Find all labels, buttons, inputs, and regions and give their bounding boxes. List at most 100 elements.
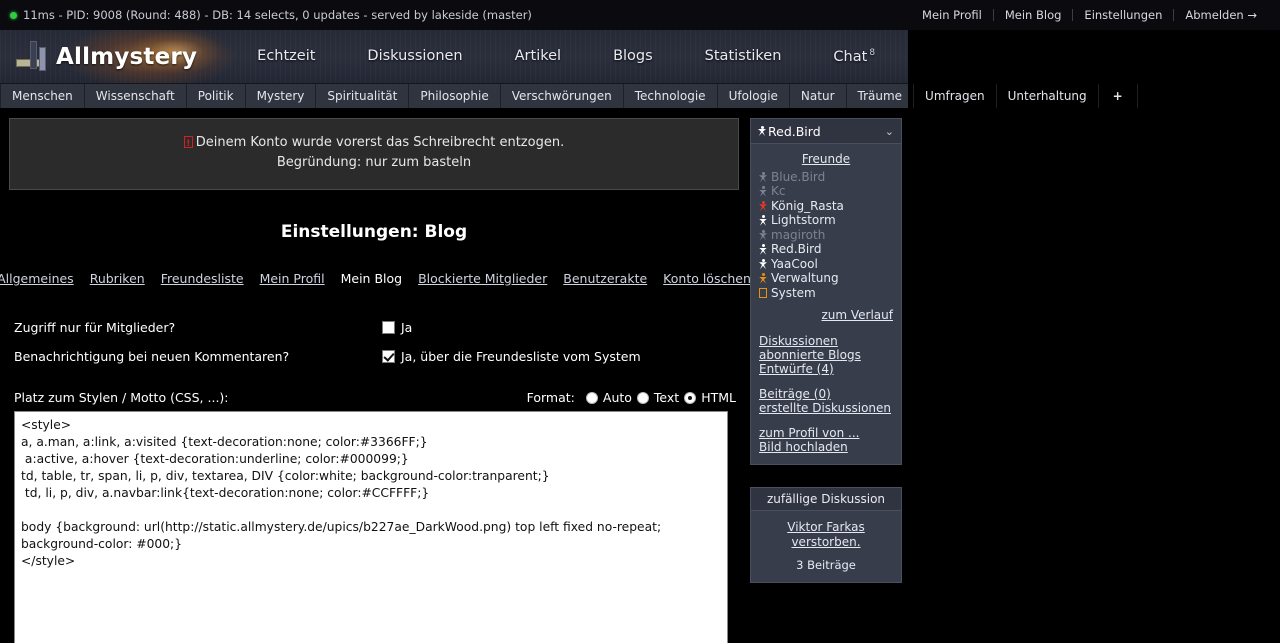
friend-item[interactable]: Blue.Bird	[759, 170, 893, 185]
friend-name: Verwaltung	[771, 271, 839, 285]
radio-format-auto[interactable]	[585, 391, 598, 404]
person-icon	[759, 229, 767, 241]
allmystery-logo-icon[interactable]	[16, 39, 50, 75]
category-bar: Menschen Wissenschaft Politik Mystery Sp…	[0, 83, 1138, 108]
link-zum-profil-von[interactable]: zum Profil von ...	[759, 426, 893, 440]
friend-name: Lightstorm	[771, 213, 836, 227]
link-mein-profil[interactable]: Mein Profil	[911, 8, 993, 22]
site-title[interactable]: Allmystery	[56, 44, 197, 70]
category-mystery[interactable]: Mystery	[246, 84, 317, 108]
link-beitraege[interactable]: Beiträge (0)	[759, 387, 893, 401]
right-sidebar: Red.Bird ⌄ Freunde Blue.Bird Kc König_Ra…	[750, 118, 902, 583]
friend-item[interactable]: König_Rasta	[759, 199, 893, 214]
category-politik[interactable]: Politik	[187, 84, 246, 108]
friend-item[interactable]: YaaCool	[759, 257, 893, 272]
person-icon	[758, 125, 766, 137]
account-warning-notice: Deinem Konto wurde vorerst das Schreibre…	[9, 118, 739, 190]
styles-header-row: Platz zum Stylen / Motto (CSS, ...): For…	[0, 390, 748, 405]
checkbox-label-comment-notification: Ja, über die Freundesliste vom System	[401, 349, 641, 364]
server-info-text: 11ms - PID: 9008 (Round: 488) - DB: 14 s…	[23, 8, 532, 22]
account-links: Mein Profil Mein Blog Einstellungen Abme…	[911, 8, 1268, 22]
friend-name: Blue.Bird	[771, 169, 826, 184]
tab-mein-blog-active[interactable]: Mein Blog	[341, 271, 402, 286]
checkbox-members-only[interactable]	[382, 321, 395, 334]
category-wissenschaft[interactable]: Wissenschaft	[85, 84, 187, 108]
nav-label: Diskussionen	[367, 48, 463, 65]
checkbox-comment-notification[interactable]	[382, 350, 395, 363]
tab-benutzerakte[interactable]: Benutzerakte	[563, 271, 647, 286]
random-discussion-link[interactable]: Viktor Farkas verstorben.	[759, 520, 893, 550]
link-abonnierte-blogs[interactable]: abonnierte Blogs	[759, 348, 893, 362]
chevron-down-icon[interactable]: ⌄	[885, 125, 894, 138]
link-mein-blog[interactable]: Mein Blog	[994, 8, 1073, 22]
tab-freundesliste[interactable]: Freundesliste	[161, 271, 244, 286]
person-icon	[759, 244, 767, 255]
friend-item[interactable]: Red.Bird	[759, 242, 893, 258]
category-traeume[interactable]: Träume	[847, 84, 915, 108]
tab-rubriken[interactable]: Rubriken	[90, 271, 145, 286]
top-status-bar: 11ms - PID: 9008 (Round: 488) - DB: 14 s…	[0, 0, 1280, 30]
friend-item[interactable]: magiroth	[759, 228, 893, 243]
category-add-button[interactable]: +	[1099, 84, 1138, 108]
link-zum-verlauf[interactable]: zum Verlauf	[821, 308, 893, 322]
nav-item-chat[interactable]: Chat 8	[807, 48, 901, 65]
friend-item[interactable]: System	[759, 286, 893, 301]
nav-item-wiki[interactable]: Wiki	[901, 48, 908, 64]
css-motto-textarea[interactable]: <style> a, a.man, a:link, a:visited {tex…	[14, 411, 728, 643]
radio-label-html: HTML	[701, 390, 736, 405]
category-ufologie[interactable]: Ufologie	[718, 84, 790, 108]
tab-mein-profil[interactable]: Mein Profil	[260, 271, 325, 286]
nav-item-echtzeit[interactable]: Echtzeit	[231, 48, 341, 64]
chat-badge: 8	[869, 48, 876, 59]
friend-item[interactable]: Verwaltung	[759, 271, 893, 287]
link-diskussionen[interactable]: Diskussionen	[759, 334, 893, 348]
tab-allgemeines[interactable]: Allgemeines	[0, 271, 74, 286]
system-box-icon	[759, 288, 767, 299]
radio-format-text[interactable]	[636, 391, 649, 404]
link-bild-hochladen[interactable]: Bild hochladen	[759, 440, 893, 454]
category-spiritualitaet[interactable]: Spiritualität	[316, 84, 410, 108]
nav-item-diskussionen[interactable]: Diskussionen	[341, 48, 488, 64]
category-natur[interactable]: Natur	[790, 84, 847, 108]
nav-item-artikel[interactable]: Artikel	[489, 48, 587, 64]
checkbox-label-members-only: Ja	[401, 320, 413, 335]
link-einstellungen[interactable]: Einstellungen	[1073, 8, 1173, 22]
current-user-box[interactable]: Red.Bird ⌄	[750, 118, 902, 144]
site-header: Allmystery Echtzeit Diskussionen Artikel…	[0, 30, 908, 83]
random-discussion-count: 3 Beiträge	[796, 557, 856, 572]
sidebar-links-group-1: Diskussionen abonnierte Blogs Entwürfe (…	[759, 334, 893, 376]
random-discussion-title: zufällige Diskussion	[750, 486, 902, 511]
category-menschen[interactable]: Menschen	[0, 84, 85, 108]
link-entwuerfe[interactable]: Entwürfe (4)	[759, 362, 893, 376]
control-comment-notification: Ja, über die Freundesliste vom System	[382, 349, 641, 364]
category-unterhaltung[interactable]: Unterhaltung	[997, 84, 1099, 108]
friend-name: Kc	[771, 184, 786, 198]
tab-konto-loeschen[interactable]: Konto löschen	[663, 271, 751, 286]
label-styles-field: Platz zum Stylen / Motto (CSS, ...):	[14, 390, 229, 405]
link-erstellte-diskussionen[interactable]: erstellte Diskussionen	[759, 401, 893, 415]
history-link-row: zum Verlauf	[759, 304, 893, 323]
category-philosophie[interactable]: Philosophie	[409, 84, 501, 108]
logo-bar-vertical-2	[39, 46, 46, 71]
random-discussion-body: Viktor Farkas verstorben. 3 Beiträge	[750, 510, 902, 583]
nav-label: Chat	[833, 48, 868, 65]
nav-item-statistiken[interactable]: Statistiken	[679, 48, 808, 64]
person-icon	[759, 186, 767, 197]
tab-blockierte-mitglieder[interactable]: Blockierte Mitglieder	[418, 271, 547, 286]
friend-item[interactable]: Lightstorm	[759, 213, 893, 229]
nav-item-blogs[interactable]: Blogs	[587, 48, 679, 64]
nav-label: Blogs	[613, 48, 653, 65]
friend-item[interactable]: Kc	[759, 184, 893, 200]
page-body: Deinem Konto wurde vorerst das Schreibre…	[0, 108, 908, 643]
server-status: 11ms - PID: 9008 (Round: 488) - DB: 14 s…	[10, 8, 532, 22]
format-radio-group: Format: Auto Text HTML	[527, 390, 736, 405]
radio-label-auto: Auto	[602, 390, 632, 405]
nav-label: Artikel	[514, 48, 562, 65]
friends-title-link[interactable]: Freunde	[759, 152, 893, 166]
radio-format-html[interactable]	[684, 391, 697, 404]
category-technologie[interactable]: Technologie	[624, 84, 718, 108]
category-verschwoerungen[interactable]: Verschwörungen	[501, 84, 624, 108]
category-umfragen[interactable]: Umfragen	[914, 84, 997, 108]
main-navigation: Echtzeit Diskussionen Artikel Blogs Stat…	[231, 48, 908, 65]
link-abmelden[interactable]: Abmelden →	[1174, 8, 1268, 22]
